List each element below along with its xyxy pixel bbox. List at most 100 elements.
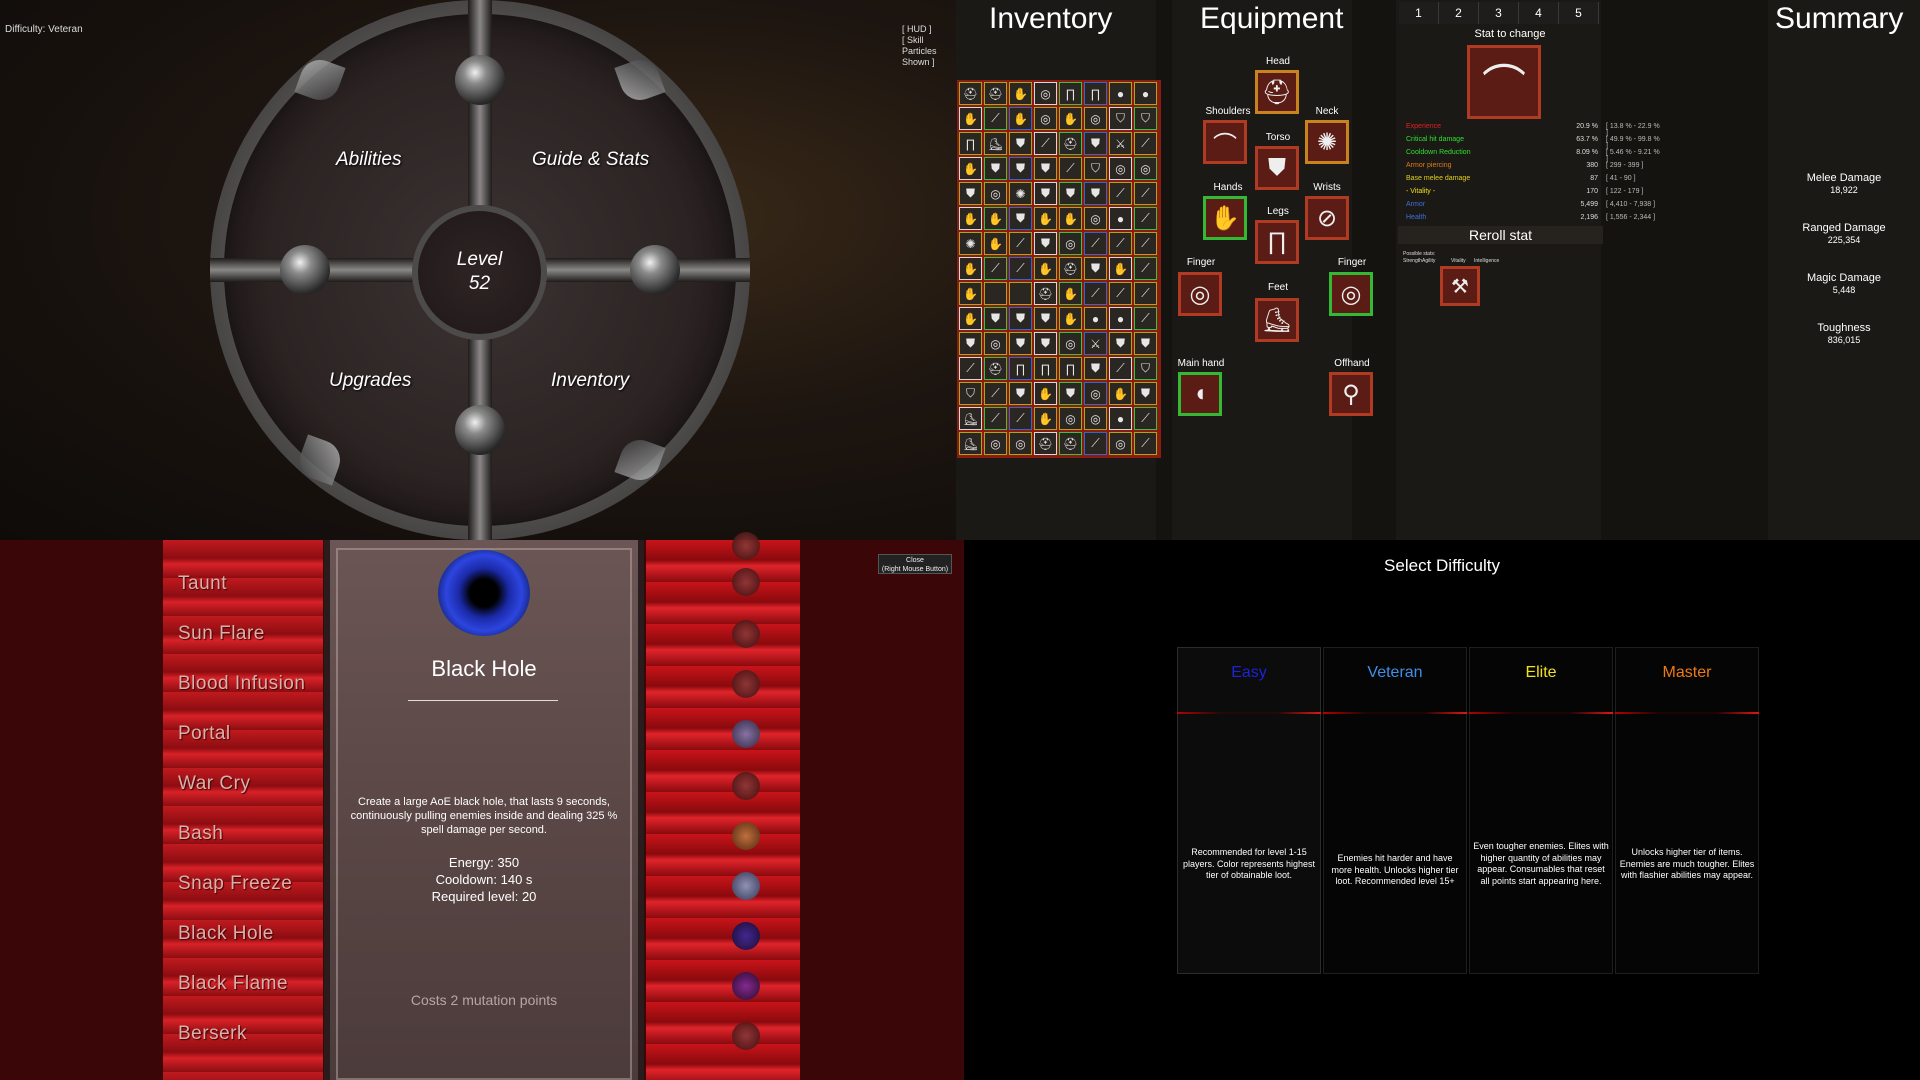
main-hand-slot[interactable]: ◖ bbox=[1178, 372, 1222, 416]
inventory-cell[interactable]: ⛊ bbox=[1084, 257, 1107, 280]
black-hole-small-icon[interactable] bbox=[732, 922, 760, 950]
stat-row[interactable]: Cooldown Reduction 8.09 % [ 5.46 % - 9.21 … bbox=[1406, 149, 1662, 163]
inventory-cell[interactable]: ⟋ bbox=[984, 257, 1007, 280]
inventory-cell[interactable]: ✋ bbox=[1034, 407, 1057, 430]
ability-icon[interactable] bbox=[732, 720, 760, 748]
ability-icon[interactable] bbox=[732, 568, 760, 596]
inventory-cell[interactable]: ◎ bbox=[1009, 432, 1032, 455]
inventory-cell[interactable]: ⛑ bbox=[1059, 257, 1082, 280]
inventory-cell[interactable]: ⛊ bbox=[1009, 307, 1032, 330]
inventory-cell[interactable]: ⛊ bbox=[1034, 232, 1057, 255]
inventory-cell[interactable]: ⟋ bbox=[1109, 282, 1132, 305]
inventory-cell[interactable]: ⛊ bbox=[959, 332, 982, 355]
inventory-cell[interactable]: ⟋ bbox=[1134, 432, 1157, 455]
inventory-cell[interactable]: ● bbox=[1134, 82, 1157, 105]
ability-item[interactable]: Portal bbox=[178, 723, 231, 745]
inventory-cell[interactable]: ● bbox=[1109, 307, 1132, 330]
inventory-cell[interactable]: ◎ bbox=[984, 432, 1007, 455]
inventory-cell[interactable]: ⛑ bbox=[1059, 132, 1082, 155]
inventory-cell[interactable]: ◎ bbox=[984, 332, 1007, 355]
inventory-cell[interactable]: ⟋ bbox=[1134, 307, 1157, 330]
inventory-cell[interactable]: ⟋ bbox=[1059, 157, 1082, 180]
inventory-cell[interactable]: ✋ bbox=[1009, 82, 1032, 105]
inventory-cell[interactable]: ⟋ bbox=[984, 382, 1007, 405]
inventory-cell[interactable]: ∏ bbox=[1009, 357, 1032, 380]
inventory-cell[interactable]: ⟋ bbox=[1134, 407, 1157, 430]
inventory-cell[interactable]: ⛊ bbox=[1059, 182, 1082, 205]
ability-item[interactable]: War Cry bbox=[178, 773, 250, 795]
inventory-cell[interactable]: ● bbox=[1109, 207, 1132, 230]
offhand-slot[interactable]: ⚲ bbox=[1329, 372, 1373, 416]
ability-item-selected[interactable]: Black Hole bbox=[178, 923, 274, 945]
stat-row[interactable]: Critical hit damage 63.7 % [ 49.9 % - 99.8… bbox=[1406, 136, 1662, 150]
inventory-cell[interactable]: ∏ bbox=[959, 132, 982, 155]
inventory-cell[interactable] bbox=[984, 282, 1007, 305]
inventory-cell[interactable]: ∏ bbox=[1034, 357, 1057, 380]
inventory-cell[interactable]: ⟋ bbox=[984, 407, 1007, 430]
difficulty-card-easy[interactable] bbox=[1177, 647, 1321, 974]
item-tab-4[interactable]: 4 bbox=[1519, 2, 1559, 24]
inventory-cell[interactable]: ✋ bbox=[984, 207, 1007, 230]
inventory-cell[interactable]: ⛸ bbox=[984, 132, 1007, 155]
inventory-cell[interactable]: ⛑ bbox=[1034, 282, 1057, 305]
difficulty-card-elite[interactable] bbox=[1469, 647, 1613, 974]
inventory-cell[interactable]: ⛑ bbox=[1034, 432, 1057, 455]
inventory-cell[interactable]: ✋ bbox=[959, 257, 982, 280]
inventory-cell[interactable]: ◎ bbox=[1084, 107, 1107, 130]
inventory-cell[interactable]: ◎ bbox=[1109, 432, 1132, 455]
inventory-cell[interactable]: ⛊ bbox=[1009, 382, 1032, 405]
ability-item[interactable]: Snap Freeze bbox=[178, 873, 292, 895]
inventory-cell[interactable]: ◎ bbox=[1034, 107, 1057, 130]
inventory-cell[interactable]: ⟋ bbox=[1134, 207, 1157, 230]
inventory-cell[interactable]: ✋ bbox=[1034, 257, 1057, 280]
inventory-cell[interactable]: ⟋ bbox=[1109, 232, 1132, 255]
inventory-cell[interactable]: ⟋ bbox=[959, 357, 982, 380]
inventory-cell[interactable]: ⛊ bbox=[1084, 357, 1107, 380]
inventory-cell[interactable]: ⛑ bbox=[959, 82, 982, 105]
wrists-slot[interactable]: ⊘ bbox=[1305, 196, 1349, 240]
inventory-cell[interactable]: ⛊ bbox=[1009, 207, 1032, 230]
legs-slot[interactable]: ∏ bbox=[1255, 220, 1299, 264]
inventory-cell[interactable]: ◎ bbox=[1109, 157, 1132, 180]
inventory-cell[interactable]: ⟋ bbox=[1009, 232, 1032, 255]
ability-item[interactable]: Berserk bbox=[178, 1023, 247, 1045]
inventory-cell[interactable]: ⛸ bbox=[959, 432, 982, 455]
inventory-cell[interactable]: ⟋ bbox=[1134, 182, 1157, 205]
ability-icon[interactable] bbox=[732, 620, 760, 648]
inventory-cell[interactable]: ⛸ bbox=[959, 407, 982, 430]
inventory-cell[interactable]: ◎ bbox=[1134, 157, 1157, 180]
inventory-cell[interactable]: ✋ bbox=[1059, 107, 1082, 130]
inventory-cell[interactable]: ✋ bbox=[984, 232, 1007, 255]
ability-item[interactable]: Sun Flare bbox=[178, 623, 265, 645]
ability-icon[interactable] bbox=[732, 532, 760, 560]
inventory-cell[interactable]: ⛉ bbox=[959, 382, 982, 405]
hud-toggle[interactable]: [ HUD ] [ Skill Particles Shown ] bbox=[902, 24, 954, 68]
inventory-cell[interactable]: ⛊ bbox=[959, 182, 982, 205]
inventory-cell[interactable]: ⛉ bbox=[1109, 107, 1132, 130]
inventory-cell[interactable]: ∏ bbox=[1059, 357, 1082, 380]
inventory-cell[interactable]: ◎ bbox=[1084, 207, 1107, 230]
inventory-cell[interactable]: ✺ bbox=[959, 232, 982, 255]
inventory-cell[interactable]: ✋ bbox=[959, 282, 982, 305]
inventory-cell[interactable]: ⛊ bbox=[1034, 182, 1057, 205]
item-tab-3[interactable]: 3 bbox=[1479, 2, 1519, 24]
inventory-cell[interactable] bbox=[1009, 282, 1032, 305]
inventory-cell[interactable]: ⛊ bbox=[1134, 332, 1157, 355]
inventory-cell[interactable]: ⟋ bbox=[1009, 407, 1032, 430]
inventory-cell[interactable]: ✺ bbox=[1009, 182, 1032, 205]
guide-stats-menu-button[interactable]: Guide & Stats bbox=[532, 149, 649, 171]
inventory-cell[interactable]: ✋ bbox=[1059, 282, 1082, 305]
hands-slot[interactable]: ✋ bbox=[1203, 196, 1247, 240]
inventory-cell[interactable]: ⟋ bbox=[1134, 132, 1157, 155]
ability-item[interactable]: Black Flame bbox=[178, 973, 288, 995]
finger-left-slot[interactable]: ◎ bbox=[1178, 272, 1222, 316]
ability-icon[interactable] bbox=[732, 872, 760, 900]
inventory-cell[interactable]: ◎ bbox=[1059, 332, 1082, 355]
inventory-cell[interactable]: ✋ bbox=[1059, 207, 1082, 230]
inventory-cell[interactable]: ◎ bbox=[1059, 407, 1082, 430]
inventory-cell[interactable]: ⛉ bbox=[1134, 357, 1157, 380]
stat-row[interactable]: Armor 5,499 [ 4,410 - 7,938 ] bbox=[1406, 201, 1662, 214]
inventory-cell[interactable]: ◎ bbox=[1084, 407, 1107, 430]
inventory-cell[interactable]: ⛊ bbox=[1009, 157, 1032, 180]
ability-icon[interactable] bbox=[732, 772, 760, 800]
